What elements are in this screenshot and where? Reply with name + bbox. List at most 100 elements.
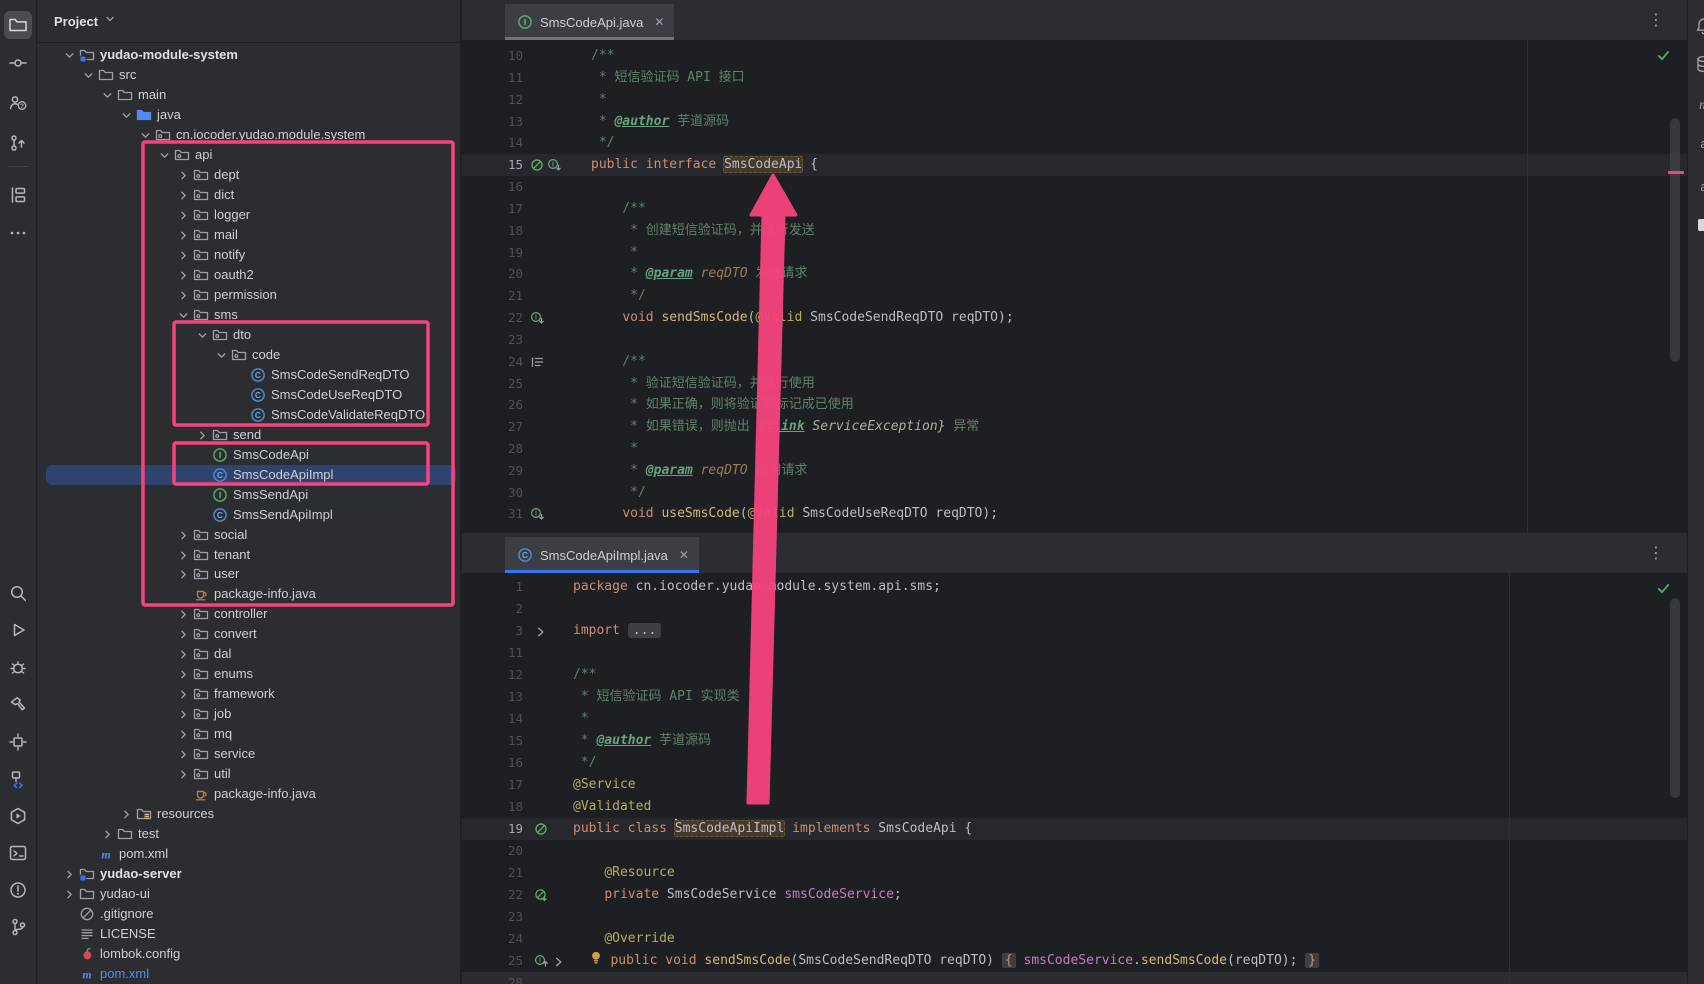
code-line-13[interactable]: 13 * 短信验证码 API 实现类 [462,686,1688,708]
tree-row-controller[interactable]: controller [36,604,460,624]
chevron-right-icon[interactable] [175,766,191,782]
tree-row-service[interactable]: service [36,744,460,764]
chevron-down-icon[interactable] [118,107,134,123]
idown-icon[interactable]: I [547,158,562,173]
line-number[interactable]: 20 [462,840,523,862]
tool-button-more[interactable] [4,219,32,247]
chevron-right-icon[interactable] [61,866,77,882]
tree-row-mail[interactable]: mail [36,225,460,245]
line-number[interactable]: 26 [462,394,523,416]
chevron-right-icon[interactable] [175,686,191,702]
code-line-2[interactable]: 2 [462,598,1688,620]
code-line-10[interactable]: 10/** [462,45,1688,67]
chevron-right-icon[interactable] [175,626,191,642]
idown-icon[interactable]: I [530,311,545,326]
tree-row-main[interactable]: main [36,85,460,105]
chevron-right-icon[interactable] [194,427,210,443]
editor-smscodeapi[interactable]: 10/**11 * 短信验证码 API 接口12 *13 * @author 芋… [462,40,1688,533]
line-number[interactable]: 19 [462,818,523,840]
line-number[interactable]: 2 [462,598,523,620]
code-line-23[interactable]: 23 [462,906,1688,928]
gutter-icons[interactable]: I [530,307,545,329]
code-line-28[interactable]: 28 [462,972,1688,984]
line-number[interactable]: 31 [462,503,523,525]
gutter-icons[interactable] [530,351,544,373]
scrollbar-thumb[interactable] [1670,598,1680,798]
line-number[interactable]: 12 [462,664,523,686]
tool-button-dependencies[interactable] [4,765,32,793]
code-line-17[interactable]: 17@Service [462,774,1688,796]
chevron-right-icon[interactable] [175,527,191,543]
tree-row-social[interactable]: social [36,525,460,545]
line-number[interactable]: 16 [462,752,523,774]
tool-button-project-folder[interactable] [4,11,32,39]
line-number[interactable]: 12 [462,89,523,111]
code-line-30[interactable]: 30 */ [462,482,1688,504]
chevron-right-icon[interactable] [175,666,191,682]
project-tree[interactable]: yudao-module-systemsrcmainjavacn.iocoder… [36,42,460,984]
chevron-right-icon[interactable] [175,706,191,722]
chev-icon[interactable] [552,955,565,968]
tool-button-version-control[interactable] [4,913,32,941]
tree-row-yudao-ui[interactable]: yudao-ui [36,884,460,904]
code-line-11[interactable]: 11 [462,642,1688,664]
line-number[interactable]: 24 [462,928,523,950]
code-line-29[interactable]: 29 * @param reqDTO 使用请求 [462,460,1688,482]
line-number[interactable]: 28 [462,438,523,460]
code-line-12[interactable]: 12 * [462,89,1688,111]
code-line-16[interactable]: 16 */ [462,752,1688,774]
tree-row--gitignore[interactable]: .gitignore [36,904,460,924]
list-icon[interactable] [530,355,544,369]
code-line-12[interactable]: 12/** [462,664,1688,686]
tree-row-dto[interactable]: dto [36,325,460,345]
tree-row-smssendapi[interactable]: ISmsSendApi [36,485,460,505]
code-line-16[interactable]: 16 [462,176,1688,198]
line-number[interactable]: 17 [462,774,523,796]
code-line-18[interactable]: 18@Validated [462,796,1688,818]
chevron-right-icon[interactable] [175,606,191,622]
chevron-right-icon[interactable] [175,167,191,183]
code-line-19[interactable]: 19public class SmsCodeApiImpl implements… [462,818,1688,840]
chevron-right-icon[interactable] [175,267,191,283]
line-number[interactable]: 19 [462,242,523,264]
tree-row-mq[interactable]: mq [36,724,460,744]
line-number[interactable]: 13 [462,111,523,133]
tree-row-yudao-server[interactable]: yudao-server [36,864,460,884]
code-line-20[interactable]: 20 * @param reqDTO 发送请求 [462,263,1688,285]
gutter-icons[interactable]: I [534,950,565,972]
chevron-right-icon[interactable] [175,726,191,742]
tool-button-notifications[interactable] [1692,14,1704,38]
tree-row-smscodesendreqdto[interactable]: CSmsCodeSendReqDTO [36,365,460,385]
tree-row-dict[interactable]: dict [36,185,460,205]
chevron-right-icon[interactable] [175,646,191,662]
tree-row-package-info-java[interactable]: package-info.java [36,584,460,604]
code-line-24[interactable]: 24 @Override [462,928,1688,950]
tool-button-artifact-square[interactable] [1692,213,1704,237]
close-icon[interactable]: ✕ [650,15,664,29]
line-number[interactable]: 28 [462,972,523,984]
code-line-13[interactable]: 13 * @author 芋道源码 [462,111,1688,133]
code-line-11[interactable]: 11 * 短信验证码 API 接口 [462,67,1688,89]
tool-button-gradle-letter[interactable]: a [1692,131,1704,155]
panel-divider[interactable] [460,0,462,984]
chevron-right-icon[interactable] [175,547,191,563]
tree-row-dal[interactable]: dal [36,644,460,664]
code-line-1[interactable]: 1package cn.iocoder.yudao.module.system.… [462,576,1688,598]
line-number[interactable]: 21 [462,862,523,884]
more-options-icon[interactable]: ⋮ [1646,542,1666,564]
line-number[interactable]: 18 [462,220,523,242]
chevron-down-icon[interactable] [175,307,191,323]
tool-button-database[interactable] [1692,52,1704,76]
code-line-21[interactable]: 21 */ [462,285,1688,307]
scrollbar-thumb[interactable] [1670,118,1680,362]
tree-row-job[interactable]: job [36,704,460,724]
tool-button-problems[interactable] [4,876,32,904]
tree-row-license[interactable]: LICENSE [36,924,460,944]
code-line-31[interactable]: 31I void useSmsCode(@Valid SmsCodeUseReq… [462,503,1688,525]
inspections-ok-icon[interactable] [1656,581,1672,597]
line-number[interactable]: 22 [462,884,523,906]
impl-icon[interactable] [530,158,544,172]
tree-row-dept[interactable]: dept [36,165,460,185]
idown-icon[interactable]: I [530,507,545,522]
tool-button-build-hammer[interactable] [4,690,32,718]
